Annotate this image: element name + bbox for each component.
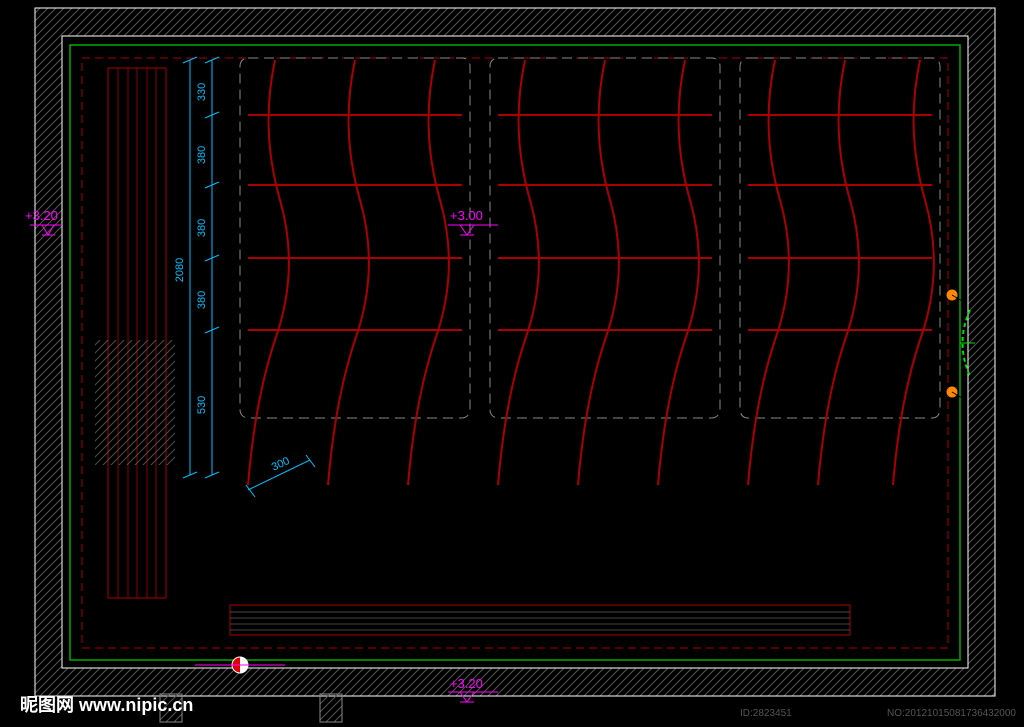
dim-330: 330	[196, 83, 208, 101]
cad-svg: 330 380 380 380 530 2080 300 +3.20 +3.00…	[0, 0, 1024, 727]
elev-left-text: +3.20	[25, 208, 58, 223]
watermark-id-right: NO:20121015081736432000	[887, 708, 1016, 719]
dim-380a: 380	[196, 146, 208, 164]
dim-380b: 380	[196, 219, 208, 237]
inner-wall-mask	[62, 36, 968, 668]
watermark-logo: 昵图网 www.nipic.cn	[20, 691, 193, 717]
dim-380c: 380	[196, 291, 208, 309]
cad-drawing-canvas: 330 380 380 380 530 2080 300 +3.20 +3.00…	[0, 0, 1024, 727]
dim-2080: 2080	[174, 258, 186, 282]
watermark-id-left: ID:2823451	[740, 708, 792, 719]
dim-530: 530	[196, 396, 208, 414]
elev-center-text: +3.00	[450, 208, 483, 223]
elev-bottom-text: +3.20	[450, 676, 483, 691]
opening-2	[320, 694, 342, 722]
